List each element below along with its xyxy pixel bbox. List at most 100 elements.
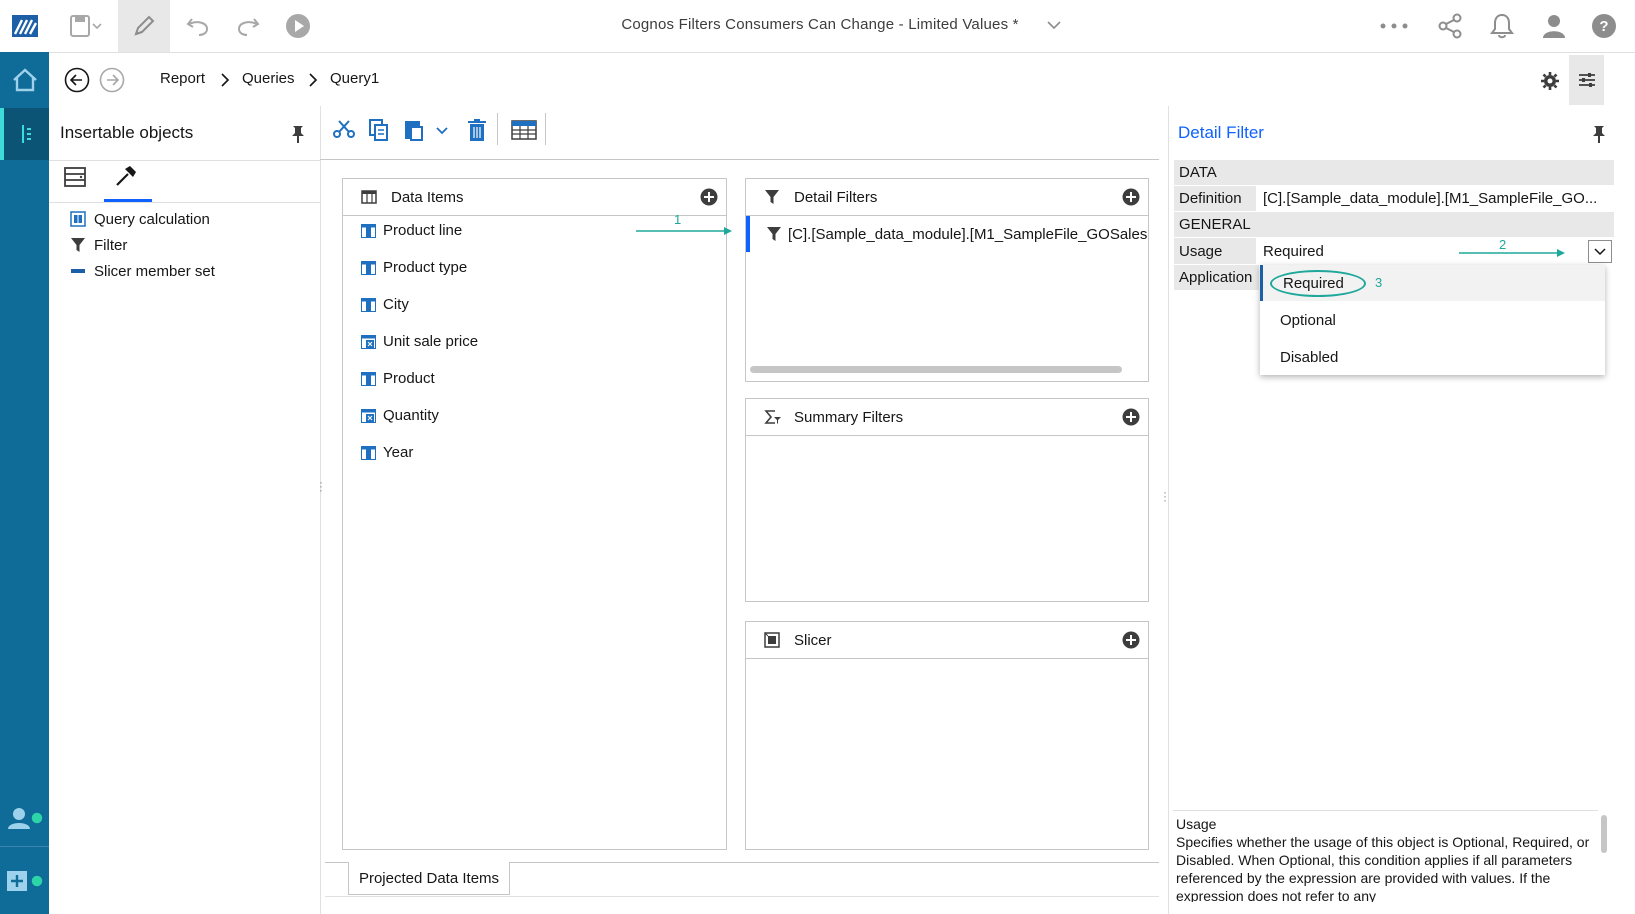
usage-select-value[interactable]: Required <box>1263 243 1324 260</box>
back-arrow-icon[interactable] <box>64 67 90 93</box>
breadcrumb-chevron-icon <box>308 73 318 87</box>
cognos-logo[interactable] <box>0 0 49 52</box>
property-application[interactable]: Application <box>1174 265 1259 290</box>
panel-divider <box>49 160 320 161</box>
data-item[interactable]: City <box>361 296 409 313</box>
toggle-panel-icon[interactable] <box>0 108 49 160</box>
toolbox-hammer-icon[interactable] <box>114 164 138 188</box>
add-summary-filter-icon[interactable] <box>1122 408 1140 426</box>
left-navigation-rail <box>0 52 49 914</box>
data-items-box[interactable]: Data Items Product line Product type Cit… <box>342 178 727 850</box>
table-grid-icon[interactable] <box>511 120 537 140</box>
rail-divider <box>0 846 49 847</box>
data-items-icon <box>361 190 377 204</box>
slicer-box[interactable]: Slicer <box>745 621 1149 850</box>
property-value[interactable]: [C].[Sample_data_module].[M1_SampleFile_… <box>1263 190 1597 207</box>
share-icon[interactable] <box>1424 0 1476 52</box>
new-icon[interactable] <box>0 858 49 904</box>
summary-filters-box[interactable]: Summary Filters <box>745 398 1149 602</box>
notifications-bell-icon[interactable] <box>1476 0 1528 52</box>
undo-icon[interactable] <box>172 0 224 52</box>
annotation-circle <box>1270 270 1366 297</box>
data-item-label: Quantity <box>383 407 439 424</box>
tab-divider <box>49 202 320 203</box>
insertable-item-label: Slicer member set <box>94 262 215 280</box>
data-item-measure-icon <box>361 334 376 349</box>
data-item-column-icon <box>361 260 376 275</box>
help-scrollbar[interactable] <box>1601 815 1607 853</box>
query-calculation-icon <box>70 211 86 227</box>
help-icon[interactable]: ? <box>1578 0 1630 52</box>
insertable-item-slicer-member-set[interactable]: Slicer member set <box>70 260 215 282</box>
resize-handle-right[interactable]: · · · <box>1163 486 1167 506</box>
properties-toggle-icon[interactable] <box>1569 55 1604 105</box>
detail-filter-expression: [C].[Sample_data_module].[M1_SampleFile_… <box>788 225 1148 243</box>
summary-filters-title: Summary Filters <box>794 408 904 426</box>
data-item[interactable]: Product <box>361 370 435 387</box>
paste-chevron-down-icon[interactable] <box>436 126 448 136</box>
pin-icon[interactable] <box>290 124 306 144</box>
summary-filters-header: Summary Filters <box>746 399 1148 436</box>
tab-projected-data-items[interactable]: Projected Data Items <box>348 862 510 895</box>
dropdown-option-label: Optional <box>1280 312 1336 329</box>
data-item-label: Year <box>383 444 414 461</box>
run-icon[interactable] <box>272 0 324 52</box>
cut-scissors-icon[interactable] <box>332 118 356 142</box>
source-tab-icon[interactable] <box>64 166 86 188</box>
copy-icon[interactable] <box>368 118 390 142</box>
more-icon[interactable] <box>1368 0 1420 52</box>
breadcrumb-report[interactable]: Report <box>160 70 205 87</box>
section-data-label: DATA <box>1179 164 1217 181</box>
help-text: Specifies whether the usage of this obje… <box>1176 834 1590 902</box>
data-item-label: Product type <box>383 259 468 276</box>
slicer-member-set-icon <box>70 263 86 279</box>
filter-icon <box>766 226 782 242</box>
data-item[interactable]: Quantity <box>361 407 439 424</box>
horizontal-scrollbar[interactable] <box>750 366 1122 373</box>
redo-icon[interactable] <box>222 0 274 52</box>
save-icon[interactable] <box>60 0 112 52</box>
home-icon[interactable] <box>0 54 49 106</box>
title-chevron-down-icon[interactable] <box>1046 17 1062 33</box>
detail-filter-row[interactable]: [C].[Sample_data_module].[M1_SampleFile_… <box>746 216 1148 252</box>
detail-filters-box[interactable]: Detail Filters [C].[Sample_data_module].… <box>745 178 1149 382</box>
data-item-label: Product line <box>383 222 463 239</box>
data-item[interactable]: Unit sale price <box>361 333 478 350</box>
property-label: Definition <box>1179 190 1242 207</box>
user-avatar-icon[interactable] <box>1528 0 1580 52</box>
breadcrumb-query1[interactable]: Query1 <box>330 70 379 87</box>
breadcrumb-queries[interactable]: Queries <box>242 70 295 87</box>
annotation-arrow <box>636 225 736 237</box>
add-detail-filter-icon[interactable] <box>1122 188 1140 206</box>
dropdown-option-label: Disabled <box>1280 349 1339 366</box>
data-item[interactable]: Year <box>361 444 413 461</box>
property-help-box: Usage Specifies whether the usage of thi… <box>1176 815 1596 902</box>
add-slicer-icon[interactable] <box>1122 631 1140 649</box>
pin-icon[interactable] <box>1591 124 1607 144</box>
my-content-icon[interactable] <box>0 795 49 841</box>
section-general-label: GENERAL <box>1179 216 1251 233</box>
insertable-item-query-calculation[interactable]: Query calculation <box>70 208 210 230</box>
section-general: GENERAL <box>1174 212 1614 237</box>
data-item-label: Product <box>383 370 435 387</box>
detail-filters-header: Detail Filters <box>746 179 1148 216</box>
insertable-item-filter[interactable]: Filter <box>70 234 127 256</box>
property-label: Usage <box>1179 243 1223 260</box>
data-item[interactable]: Product line <box>361 222 462 239</box>
settings-gear-icon[interactable] <box>1540 71 1560 91</box>
resize-handle-left[interactable]: · · · <box>319 476 323 496</box>
property-definition[interactable]: Definition [C].[Sample_data_module].[M1_… <box>1174 186 1614 211</box>
data-item[interactable]: Product type <box>361 259 467 276</box>
data-item-column-icon <box>361 371 376 386</box>
report-title: Cognos Filters Consumers Can Change - Li… <box>621 16 1019 33</box>
help-title: Usage <box>1176 816 1217 832</box>
paste-icon[interactable] <box>403 118 425 142</box>
dropdown-option-optional[interactable]: Optional <box>1260 301 1605 338</box>
edit-pencil-icon[interactable] <box>118 0 170 52</box>
delete-trash-icon[interactable] <box>467 118 487 142</box>
usage-dropdown-chevron-icon[interactable] <box>1588 240 1612 263</box>
add-data-item-icon[interactable] <box>700 188 718 206</box>
dropdown-option-disabled[interactable]: Disabled <box>1260 338 1605 375</box>
insertable-item-label: Query calculation <box>94 210 210 228</box>
forward-arrow-icon[interactable] <box>99 67 125 93</box>
